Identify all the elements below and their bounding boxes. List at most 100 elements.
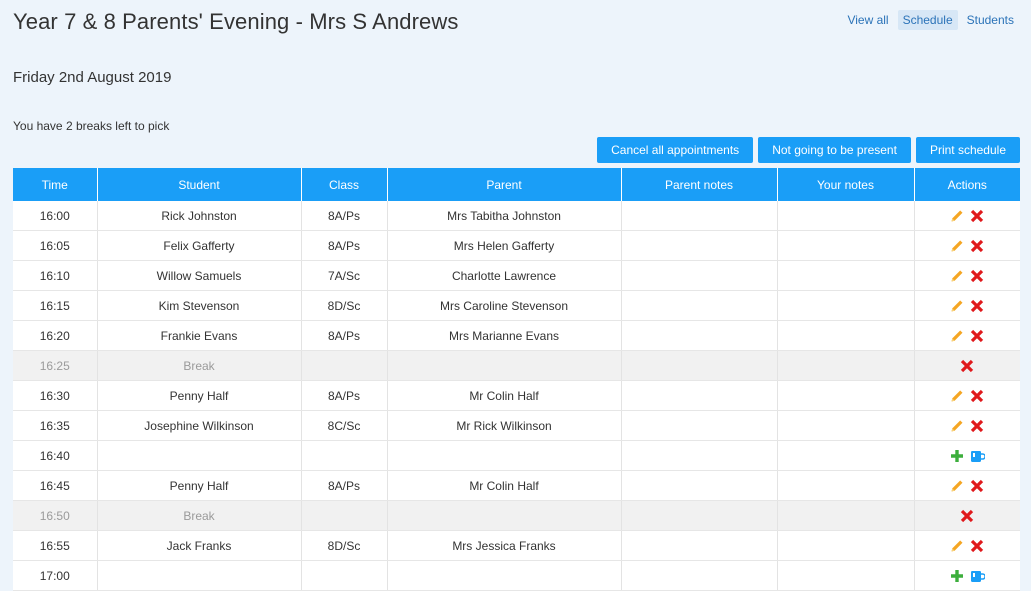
pencil-icon[interactable] xyxy=(949,208,965,224)
cell-your-notes xyxy=(777,260,915,291)
cell-time: 16:45 xyxy=(13,470,98,501)
cross-icon[interactable] xyxy=(969,418,985,434)
cross-icon[interactable] xyxy=(969,238,985,254)
cell-actions xyxy=(914,530,1020,561)
nav-students[interactable]: Students xyxy=(962,10,1019,30)
cell-class xyxy=(301,350,388,381)
cell-student: Break xyxy=(97,350,302,381)
cross-icon[interactable] xyxy=(969,298,985,314)
cancel-all-button[interactable]: Cancel all appointments xyxy=(597,137,754,163)
cell-class: 8A/Ps xyxy=(301,380,388,411)
cell-student: Kim Stevenson xyxy=(97,290,302,321)
cell-student: Willow Samuels xyxy=(97,260,302,291)
cell-class xyxy=(301,440,388,471)
cell-parent: Mrs Caroline Stevenson xyxy=(387,290,622,321)
schedule-body: 16:00 Rick Johnston 8A/Ps Mrs Tabitha Johns… xyxy=(13,201,1020,591)
cell-student: Penny Half xyxy=(97,470,302,501)
cell-your-notes xyxy=(777,500,915,531)
cell-your-notes xyxy=(777,380,915,411)
cell-student: Penny Half xyxy=(97,380,302,411)
cell-class: 8D/Sc xyxy=(301,530,388,561)
cell-class: 8C/Sc xyxy=(301,410,388,441)
not-present-button[interactable]: Not going to be present xyxy=(758,137,911,163)
cross-icon[interactable] xyxy=(969,328,985,344)
cross-icon[interactable] xyxy=(959,508,975,524)
cross-icon[interactable] xyxy=(959,358,975,374)
cell-student xyxy=(97,440,302,471)
cell-actions xyxy=(914,500,1020,531)
pencil-icon[interactable] xyxy=(949,328,965,344)
cell-actions xyxy=(914,260,1020,291)
col-header-actions: Actions xyxy=(914,168,1020,201)
top-nav: View all Schedule Students xyxy=(838,10,1019,30)
cell-your-notes xyxy=(777,530,915,561)
cell-your-notes xyxy=(777,560,915,591)
cell-time: 16:40 xyxy=(13,440,98,471)
cell-student: Jack Franks xyxy=(97,530,302,561)
table-row: 16:10 Willow Samuels 7A/Sc Charlotte Lawren… xyxy=(13,260,1020,291)
empty-slot-row: 17:00 xyxy=(13,560,1020,591)
cell-parent-notes xyxy=(621,470,778,501)
cell-parent xyxy=(387,560,622,591)
coffee-cup-icon[interactable] xyxy=(969,448,987,464)
cell-parent: Mrs Marianne Evans xyxy=(387,320,622,351)
cell-student: Rick Johnston xyxy=(97,201,302,231)
cell-parent: Mrs Helen Gafferty xyxy=(387,230,622,261)
schedule-actions: Cancel all appointments Not going to be … xyxy=(597,137,1020,163)
col-header-class: Class xyxy=(301,168,388,201)
cross-icon[interactable] xyxy=(969,208,985,224)
cross-icon[interactable] xyxy=(969,478,985,494)
coffee-cup-icon[interactable] xyxy=(969,568,987,584)
evening-date: Friday 2nd August 2019 xyxy=(13,69,172,86)
cell-time: 16:30 xyxy=(13,380,98,411)
cell-parent-notes xyxy=(621,500,778,531)
cell-parent-notes xyxy=(621,230,778,261)
cell-time: 16:15 xyxy=(13,290,98,321)
col-header-your-notes: Your notes xyxy=(777,168,915,201)
nav-schedule[interactable]: Schedule xyxy=(897,10,958,30)
cell-parent xyxy=(387,350,622,381)
table-row: 16:35 Josephine Wilkinson 8C/Sc Mr Rick Wil… xyxy=(13,410,1020,441)
cell-actions xyxy=(914,290,1020,321)
plus-icon[interactable] xyxy=(949,448,965,464)
cell-actions xyxy=(914,320,1020,351)
cell-student: Josephine Wilkinson xyxy=(97,410,302,441)
pencil-icon[interactable] xyxy=(949,238,965,254)
nav-view-all[interactable]: View all xyxy=(842,10,893,30)
cell-student xyxy=(97,560,302,591)
cross-icon[interactable] xyxy=(969,538,985,554)
cell-student: Felix Gafferty xyxy=(97,230,302,261)
page-title: Year 7 & 8 Parents' Evening - Mrs S Andr… xyxy=(13,9,459,34)
cross-icon[interactable] xyxy=(969,268,985,284)
cell-parent-notes xyxy=(621,320,778,351)
cell-class: 7A/Sc xyxy=(301,260,388,291)
cell-your-notes xyxy=(777,350,915,381)
cell-class: 8A/Ps xyxy=(301,230,388,261)
pencil-icon[interactable] xyxy=(949,298,965,314)
cross-icon[interactable] xyxy=(969,388,985,404)
cell-time: 16:50 xyxy=(13,500,98,531)
cell-time: 16:20 xyxy=(13,320,98,351)
cell-actions xyxy=(914,440,1020,471)
cell-parent-notes xyxy=(621,380,778,411)
pencil-icon[interactable] xyxy=(949,538,965,554)
cell-actions xyxy=(914,230,1020,261)
print-schedule-button[interactable]: Print schedule xyxy=(915,137,1020,163)
cell-parent: Mr Rick Wilkinson xyxy=(387,410,622,441)
plus-icon[interactable] xyxy=(949,568,965,584)
pencil-icon[interactable] xyxy=(949,478,965,494)
pencil-icon[interactable] xyxy=(949,388,965,404)
cell-your-notes xyxy=(777,470,915,501)
table-row: 16:30 Penny Half 8A/Ps Mr Colin Half xyxy=(13,380,1020,411)
table-row: 16:05 Felix Gafferty 8A/Ps Mrs Helen Gaffer… xyxy=(13,230,1020,261)
cell-parent: Mrs Tabitha Johnston xyxy=(387,201,622,231)
cell-class: 8A/Ps xyxy=(301,470,388,501)
pencil-icon[interactable] xyxy=(949,418,965,434)
cell-your-notes xyxy=(777,320,915,351)
pencil-icon[interactable] xyxy=(949,268,965,284)
cell-your-notes xyxy=(777,290,915,321)
cell-parent-notes xyxy=(621,410,778,441)
cell-class: 8A/Ps xyxy=(301,320,388,351)
cell-parent: Mr Colin Half xyxy=(387,470,622,501)
cell-class: 8A/Ps xyxy=(301,201,388,231)
